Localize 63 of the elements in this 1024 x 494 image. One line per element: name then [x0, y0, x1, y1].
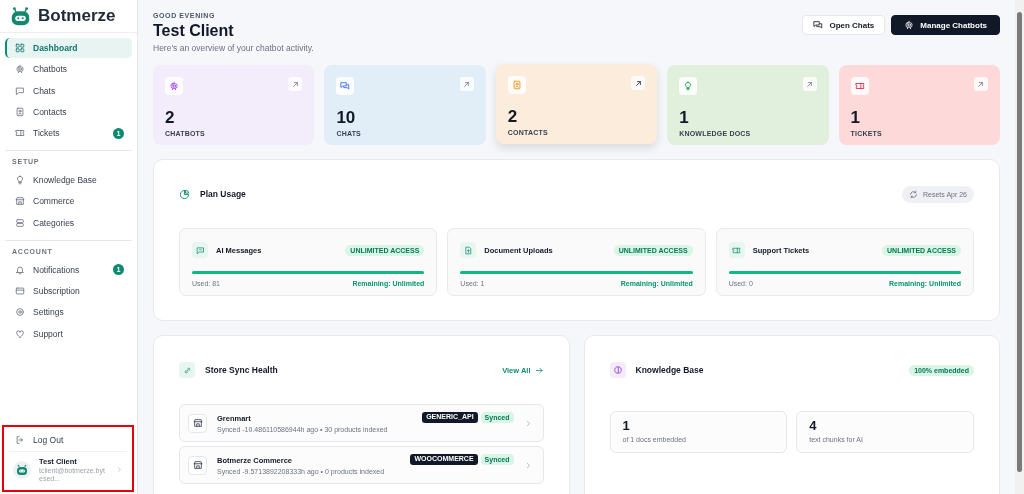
nav-item[interactable]: Categories: [5, 212, 132, 233]
bell-icon: [15, 264, 25, 275]
heart-icon: [15, 328, 25, 339]
grid-icon: [15, 43, 25, 53]
arrow-icon: [290, 79, 300, 89]
nav-item[interactable]: Support: [5, 323, 132, 344]
ticket-icon: [854, 81, 865, 91]
robot-icon: [904, 20, 915, 30]
panel-title: Plan Usage: [200, 189, 246, 199]
nav-item[interactable]: Commerce: [5, 191, 132, 212]
lightbulb-icon: [683, 81, 694, 91]
chat-bubbles-icon: [340, 81, 351, 91]
message-icon: [195, 245, 205, 255]
nav-item[interactable]: Dashboard: [5, 38, 132, 58]
contact-card-icon: [511, 80, 522, 90]
open-chats-button[interactable]: Open Chats: [802, 15, 886, 35]
nav-item[interactable]: Knowledge Base: [5, 170, 132, 191]
chat-bubbles-icon: [813, 20, 824, 30]
scrollbar-thumb[interactable]: [1017, 12, 1022, 472]
ticket-icon: [732, 245, 742, 255]
robot-icon: [15, 64, 25, 75]
settings-icon: [15, 307, 25, 318]
pie-chart-icon: [179, 188, 190, 200]
storefront-icon: [15, 196, 25, 207]
arrow-icon: [462, 79, 472, 89]
stat-value: 1: [850, 108, 861, 128]
lightbulb-icon: [15, 175, 25, 186]
logout-icon: [15, 434, 25, 445]
nav-item[interactable]: Subscription: [5, 281, 132, 302]
nav-item[interactable]: Chatbots: [5, 59, 132, 80]
page-subtitle: Here's an overview of your chatbot activity.: [153, 43, 314, 53]
stat-value: 10: [336, 108, 356, 128]
link-icon: [182, 365, 192, 375]
storefront-icon: [192, 418, 203, 428]
panel-title: Store Sync Health: [205, 365, 278, 375]
arrow-icon: [805, 79, 815, 89]
kb-stat-value: 4: [809, 418, 817, 433]
brand-name: Botmerze: [38, 6, 116, 26]
panel-title: Knowledge Base: [635, 365, 704, 375]
stack-icon: [15, 217, 25, 228]
robot-logo-icon: [10, 5, 31, 27]
logout-button[interactable]: Log Out: [9, 428, 127, 451]
kb-stat-value: 1: [622, 418, 630, 433]
manage-chatbots-button[interactable]: Manage Chatbots: [891, 15, 1000, 35]
nav-item[interactable]: Chats: [5, 80, 132, 101]
arrow-icon: [633, 78, 643, 88]
file-upload-icon: [463, 245, 473, 255]
chat-bubble-icon: [15, 85, 25, 96]
page-title: Test Client: [153, 22, 234, 40]
chevron-icon: [116, 466, 123, 474]
stat-value: 2: [507, 107, 518, 127]
arrow-icon: [534, 365, 544, 375]
refresh-icon: [909, 189, 919, 199]
stat-value: 1: [679, 108, 689, 128]
contact-card-icon: [15, 106, 25, 117]
stat-value: 2: [165, 108, 175, 128]
ticket-icon: [15, 128, 25, 139]
nav-item[interactable]: Settings: [5, 302, 132, 323]
storefront-icon: [192, 460, 203, 470]
credit-card-icon: [15, 286, 25, 297]
robot-icon: [169, 81, 179, 91]
nav-item[interactable]: Contacts: [5, 101, 132, 122]
arrow-icon: [976, 79, 986, 89]
